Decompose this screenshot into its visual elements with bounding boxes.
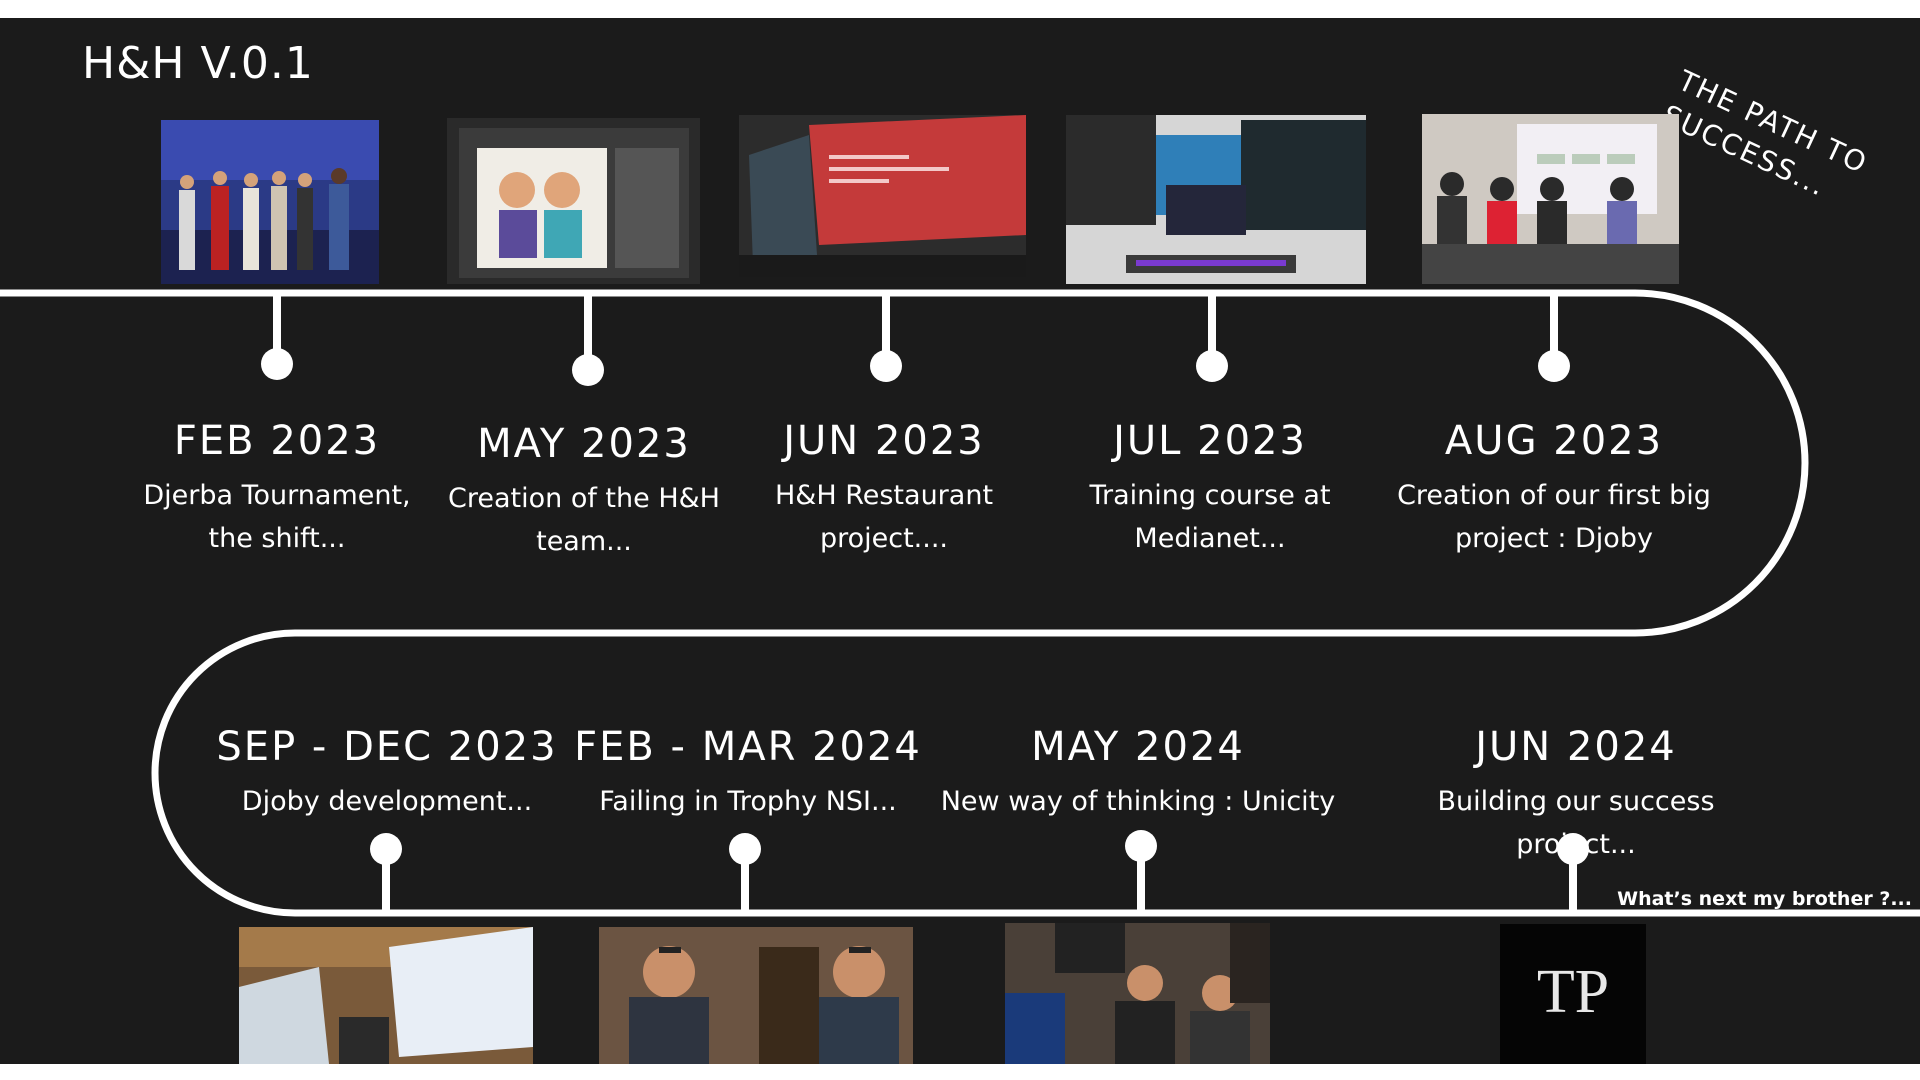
- event-description: Training course at Medianet...: [1089, 480, 1331, 554]
- event-description: Failing in Trophy NSI...: [599, 786, 897, 817]
- timeline-stem: [882, 296, 890, 358]
- photo-team-tournament: [161, 120, 379, 284]
- timeline-dot: [870, 350, 902, 382]
- event-feb-2023: FEB 2023 Djerba Tournament, the shift...: [143, 418, 410, 560]
- event-description: H&H Restaurant project....: [774, 480, 994, 554]
- page-title: H&H V.0.1: [82, 38, 314, 89]
- event-date: JUL 2023: [1113, 418, 1307, 464]
- photo-team-illustration: [447, 118, 700, 284]
- event-description: Creation of our first big project : Djoby: [1397, 480, 1711, 554]
- event-date: SEP - DEC 2023: [216, 724, 558, 770]
- photo-training-laptops: [1066, 115, 1366, 284]
- timeline-dot: [261, 348, 293, 380]
- event-jun-2023: JUN 2023 H&H Restaurant project....: [775, 418, 993, 560]
- event-description: Creation of the H&H team...: [448, 483, 720, 557]
- timeline-stem: [273, 296, 281, 356]
- event-date: JUN 2023: [783, 418, 985, 464]
- photo-trophy-nsi: [599, 927, 913, 1064]
- event-date: MAY 2024: [1031, 724, 1245, 770]
- event-aug-2023: AUG 2023 Creation of our first big projec…: [1397, 418, 1711, 560]
- timeline-stem: [382, 848, 390, 913]
- timeline-stem: [741, 848, 749, 913]
- event-jul-2023: JUL 2023 Training course at Medianet...: [1089, 418, 1330, 560]
- event-date: AUG 2023: [1444, 418, 1664, 464]
- tp-logo-text: TP: [1537, 958, 1609, 1026]
- timeline-slide: H&H V.0.1 THE PATH TO SUCCESS... FEB 202…: [0, 18, 1920, 1064]
- event-date: MAY 2023: [477, 421, 691, 467]
- photo-unicity: [1005, 923, 1270, 1064]
- event-may-2024: MAY 2024 New way of thinking : Unicity: [941, 724, 1336, 823]
- timeline-dot: [572, 354, 604, 386]
- timeline-stem: [1550, 296, 1558, 358]
- timeline-stem: [1137, 848, 1145, 913]
- event-description: Djoby development...: [241, 786, 533, 817]
- timeline-dot: [1538, 350, 1570, 382]
- event-may-2023: MAY 2023 Creation of the H&H team...: [448, 421, 720, 563]
- photo-djoby-development: [239, 927, 533, 1064]
- event-date: FEB 2023: [173, 418, 381, 464]
- timeline-stem: [1569, 848, 1577, 913]
- whats-next-note: What’s next my brother ?...: [1617, 888, 1912, 910]
- photo-djoby-presentation: [1422, 114, 1679, 284]
- event-date: JUN 2024: [1475, 724, 1677, 770]
- timeline-stem: [1208, 296, 1216, 358]
- photo-coding-red-screen: [739, 115, 1026, 277]
- timeline-dot: [1196, 350, 1228, 382]
- event-feb-mar-2024: FEB - MAR 2024 Failing in Trophy NSI...: [574, 724, 922, 823]
- event-description: Djerba Tournament, the shift...: [143, 480, 411, 554]
- photo-tp-logo: TP: [1500, 924, 1646, 1064]
- event-description: New way of thinking : Unicity: [940, 786, 1336, 817]
- event-date: FEB - MAR 2024: [574, 724, 922, 770]
- event-sep-dec-2023: SEP - DEC 2023 Djoby development...: [216, 724, 557, 823]
